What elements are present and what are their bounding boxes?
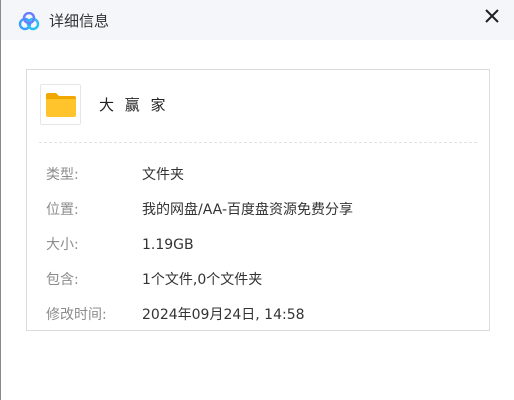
- dialog-title: 详细信息: [49, 12, 110, 30]
- detail-label: 修改时间:: [46, 307, 107, 323]
- close-icon: [481, 5, 503, 27]
- detail-row-contains: 包含: 1个文件,0个文件夹: [27, 270, 489, 290]
- detail-value: 1个文件,0个文件夹: [142, 272, 263, 288]
- detail-row-modified: 修改时间: 2024年09月24日, 14:58: [27, 305, 489, 325]
- file-thumbnail: [40, 84, 81, 125]
- detail-row-type: 类型: 文件夹: [27, 165, 489, 185]
- file-name: 大 赢 家: [99, 96, 169, 114]
- baidu-netdisk-icon: [18, 11, 40, 32]
- detail-value: 2024年09月24日, 14:58: [142, 307, 305, 323]
- detail-row-location: 位置: 我的网盘/AA-百度盘资源免费分享: [27, 200, 489, 220]
- detail-value: 文件夹: [142, 167, 184, 183]
- divider: [39, 142, 477, 143]
- close-button[interactable]: [481, 5, 503, 27]
- details-dialog: 详细信息 大 赢 家 类型: 文件夹 位置: 我的网盘/AA-百度盘资源免费分享…: [0, 0, 514, 400]
- detail-row-size: 大小: 1.19GB: [27, 235, 489, 255]
- detail-label: 大小:: [46, 237, 79, 253]
- title-bar[interactable]: 详细信息: [1, 0, 514, 40]
- detail-value: 我的网盘/AA-百度盘资源免费分享: [142, 202, 354, 218]
- detail-value: 1.19GB: [142, 237, 194, 253]
- details-panel: 大 赢 家 类型: 文件夹 位置: 我的网盘/AA-百度盘资源免费分享 大小: …: [26, 69, 490, 331]
- detail-label: 类型:: [46, 167, 79, 183]
- detail-label: 位置:: [46, 202, 79, 218]
- detail-label: 包含:: [46, 272, 79, 288]
